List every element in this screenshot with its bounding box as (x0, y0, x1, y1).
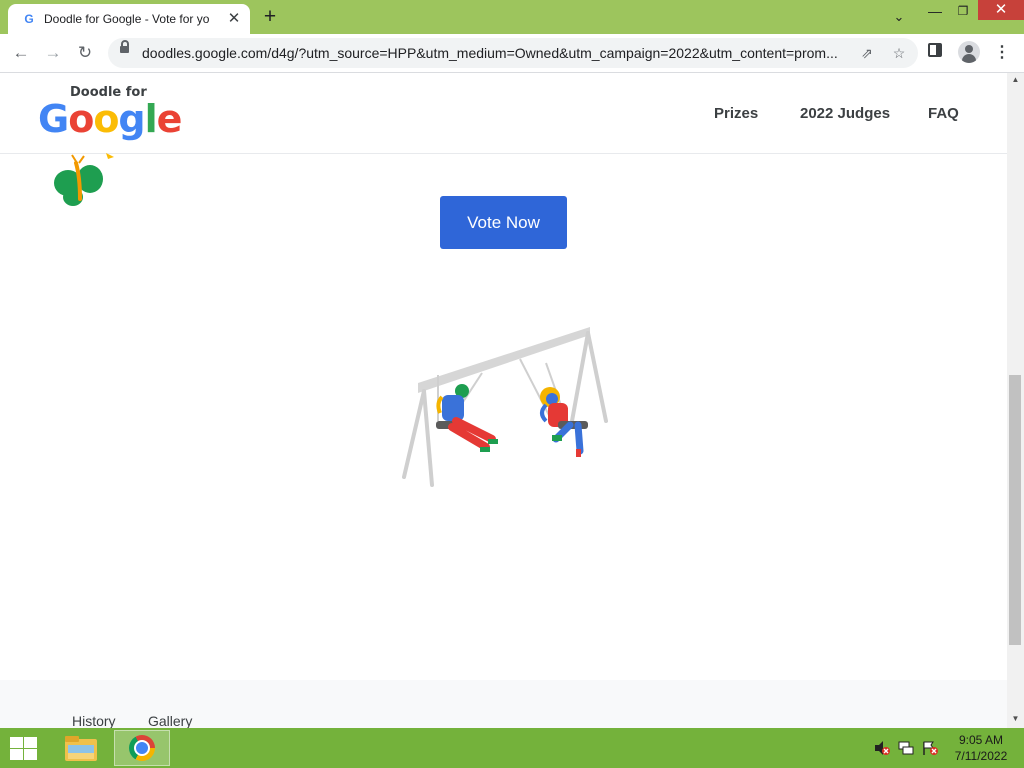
butterfly-illustration (54, 153, 114, 206)
bookmark-star-icon[interactable]: ☆ (890, 44, 908, 62)
web-page: Doodle for Google Prizes 2022 Judges FAQ… (0, 73, 1007, 728)
site-header: Doodle for Google Prizes 2022 Judges FAQ (0, 73, 1007, 154)
nav-link-judges[interactable]: 2022 Judges (800, 105, 890, 122)
nav-link-faq[interactable]: FAQ (928, 105, 959, 122)
scroll-up-arrow-icon[interactable]: ▲ (1007, 73, 1024, 87)
page-scrollbar[interactable]: ▲ ▼ (1007, 73, 1024, 728)
scroll-down-arrow-icon[interactable]: ▼ (1007, 712, 1024, 726)
action-center-flag-icon[interactable] (922, 741, 938, 755)
footer-link-gallery[interactable]: Gallery (148, 713, 192, 728)
share-icon[interactable]: ⇗ (858, 44, 876, 62)
tab-title: Doodle for Google - Vote for yo (44, 12, 210, 26)
nav-link-prizes[interactable]: Prizes (714, 105, 758, 122)
logo-letter: l (144, 97, 158, 141)
tab-close-button[interactable]: ✕ (226, 11, 242, 27)
restore-window-button[interactable]: ❐ (948, 0, 978, 24)
swing-set-illustration (402, 327, 608, 487)
browser-toolbar: ← → ↻ doodles.google.com/d4g/?utm_source… (0, 34, 1024, 73)
minimize-window-button[interactable]: — (920, 0, 950, 24)
file-explorer-icon[interactable] (60, 731, 102, 765)
windows-taskbar: 9:05 AM 7/11/2022 (0, 728, 1024, 768)
scrollbar-thumb[interactable] (1009, 375, 1021, 645)
logo-letter: e (156, 97, 183, 141)
chrome-icon (129, 735, 155, 761)
back-arrow-icon[interactable]: ← (8, 40, 34, 66)
logo-wordmark: Google (38, 97, 183, 141)
browser-tab-active[interactable]: G Doodle for Google - Vote for yo ✕ (8, 4, 250, 34)
address-bar[interactable]: doodles.google.com/d4g/?utm_source=HPP&u… (108, 38, 918, 68)
windows-start-icon[interactable] (8, 735, 38, 761)
system-clock[interactable]: 9:05 AM 7/11/2022 (948, 732, 1014, 764)
site-footer: History Gallery (0, 680, 1007, 728)
vote-now-button[interactable]: Vote Now (440, 196, 567, 249)
logo-letter: g (118, 97, 145, 141)
close-window-button[interactable]: ✕ (978, 0, 1024, 20)
new-tab-button[interactable]: + (258, 6, 282, 28)
forward-arrow-icon[interactable]: → (40, 40, 66, 66)
taskbar-chrome-button[interactable] (114, 730, 170, 766)
clock-time: 9:05 AM (958, 733, 1004, 747)
logo-letter: G (38, 97, 69, 141)
url-text[interactable]: doodles.google.com/d4g/?utm_source=HPP&u… (142, 45, 852, 61)
reload-icon[interactable]: ↻ (72, 40, 98, 66)
doodle-for-google-logo[interactable]: Doodle for Google (38, 85, 182, 141)
profile-avatar-icon[interactable] (958, 41, 980, 63)
google-g-icon: G (24, 12, 34, 26)
network-icon[interactable] (898, 741, 914, 755)
footer-link-history[interactable]: History (72, 713, 116, 728)
volume-muted-icon[interactable] (874, 741, 890, 755)
lock-icon[interactable] (120, 40, 129, 53)
logo-letter: o (68, 97, 94, 141)
browser-tab-strip: G Doodle for Google - Vote for yo ✕ + ⌄ … (0, 0, 1024, 34)
logo-letter: o (93, 97, 119, 141)
chrome-menu-icon[interactable]: ⋮ (992, 42, 1012, 64)
tab-search-chevron-icon[interactable]: ⌄ (884, 6, 914, 30)
side-panel-icon[interactable] (928, 43, 942, 57)
clock-date: 7/11/2022 (954, 749, 1008, 763)
